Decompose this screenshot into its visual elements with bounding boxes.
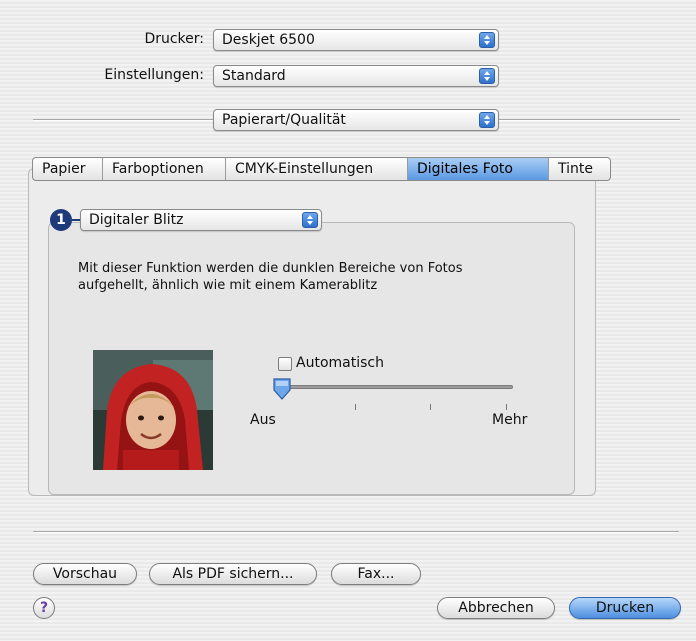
pane-value: Papierart/Qualität: [222, 112, 346, 128]
tab-digitales-foto[interactable]: Digitales Foto: [408, 158, 549, 180]
settings-label: Einstellungen:: [104, 67, 204, 83]
preview-button[interactable]: Vorschau: [33, 563, 137, 585]
popup-arrows-icon: [479, 32, 495, 48]
sample-photo: [93, 350, 213, 470]
fax-button[interactable]: Fax...: [331, 563, 421, 585]
divider-line: [499, 119, 680, 121]
flash-slider-track[interactable]: [281, 385, 513, 389]
print-button[interactable]: Drucken: [569, 597, 681, 619]
printer-label: Drucker:: [144, 31, 204, 47]
feature-popup[interactable]: Digitaler Blitz: [80, 209, 322, 231]
help-button[interactable]: ?: [33, 597, 55, 619]
cancel-button[interactable]: Abbrechen: [437, 597, 555, 619]
automatic-label[interactable]: Automatisch: [296, 355, 384, 371]
printer-popup[interactable]: Deskjet 6500: [213, 29, 499, 51]
pane-popup[interactable]: Papierart/Qualität: [213, 109, 499, 131]
save-pdf-button[interactable]: Als PDF sichern...: [149, 563, 317, 585]
tab-papier[interactable]: Papier: [33, 158, 103, 180]
tab-cmyk-einstellungen[interactable]: CMYK-Einstellungen: [226, 158, 408, 180]
popup-arrows-icon: [302, 212, 318, 228]
feature-value: Digitaler Blitz: [89, 212, 184, 228]
callout-badge: 1: [50, 209, 72, 231]
slider-tick: [430, 404, 431, 410]
slider-max-label: Mehr: [492, 412, 528, 428]
tab-tinte[interactable]: Tinte: [549, 158, 610, 180]
bottom-divider: [33, 531, 679, 533]
slider-tick: [355, 404, 356, 410]
slider-min-label: Aus: [250, 412, 276, 428]
divider-line: [33, 119, 213, 121]
settings-value: Standard: [222, 68, 286, 84]
feature-description: Mit dieser Funktion werden die dunklen B…: [78, 261, 463, 293]
automatic-checkbox[interactable]: [278, 357, 292, 371]
flash-slider-thumb[interactable]: [272, 377, 292, 401]
printer-value: Deskjet 6500: [222, 32, 315, 48]
popup-arrows-icon: [479, 112, 495, 128]
tab-farboptionen[interactable]: Farboptionen: [103, 158, 226, 180]
settings-popup[interactable]: Standard: [213, 65, 499, 87]
popup-arrows-icon: [479, 68, 495, 84]
tab-bar: Papier Farboptionen CMYK-Einstellungen D…: [32, 157, 611, 181]
slider-tick: [506, 404, 507, 410]
callout-line: [72, 219, 80, 221]
